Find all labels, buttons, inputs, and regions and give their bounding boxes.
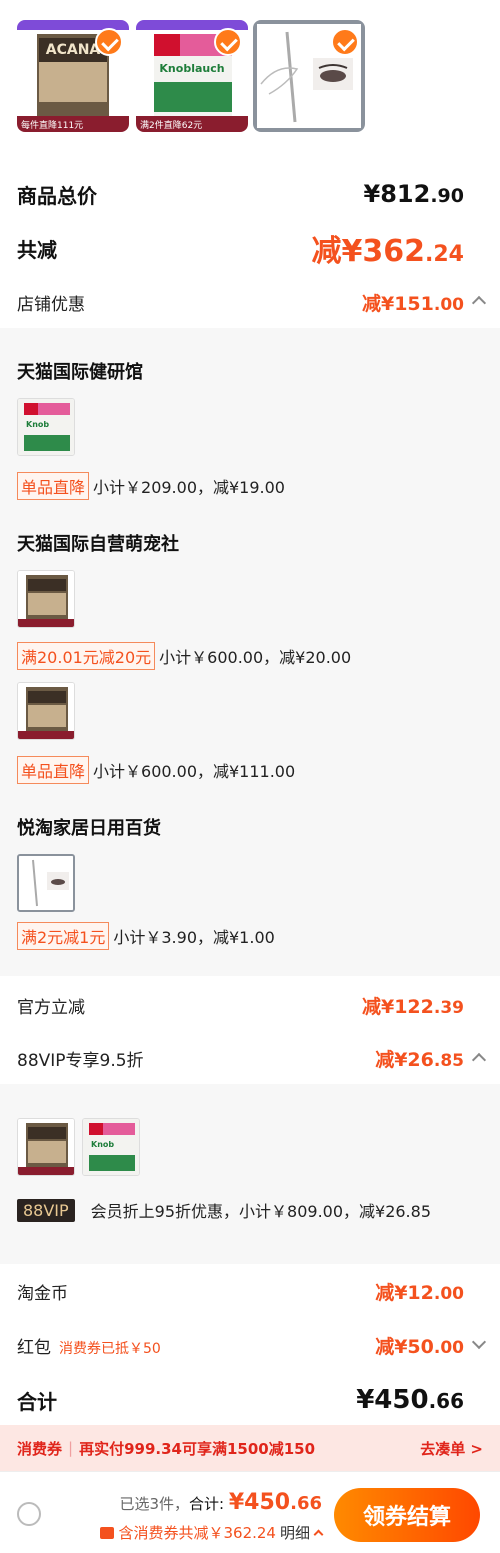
selected-check-icon[interactable] [331,28,359,56]
shop-name: 悦淘家居日用百货 [17,818,161,839]
vip-discount-details: Knob 88VIP 会员折上95折优惠，小计￥809.00，减¥26.85 [0,1084,500,1264]
acana-logo: ACANA [46,42,101,58]
shop-discount-label: 店铺优惠 [17,294,85,315]
product-thumb-acana [17,682,75,740]
selected-product-knoblauch[interactable]: Knoblauch 满2件直降62元 [136,20,248,132]
official-discount-label: 官方立减 [17,997,85,1018]
coupon-banner-text: 再实付999.34可享满1500减150 [79,1439,316,1458]
red-packet-label: 红包 消费券已抵￥50 [17,1337,161,1358]
shop-discount-row[interactable]: 店铺优惠 减¥151.00 [0,282,500,322]
add-items-link[interactable]: 去凑单 > [420,1438,483,1459]
promo-text: 小计￥600.00，减¥20.00 [159,648,352,667]
selected-product-eyebrow[interactable] [253,20,365,132]
footer-total-line: 已选3件，合计: ¥450.66 [119,1490,323,1515]
selected-check-icon[interactable] [214,28,242,56]
knoblauch-logo: Knoblauch [159,62,224,75]
promo-text: 小计￥3.90，减¥1.00 [113,928,275,947]
promo-line: 满20.01元减20元 小计￥600.00，减¥20.00 [17,642,351,670]
grand-total-row: 合计 ¥450.66 [0,1378,500,1422]
promo-tag: 满2元减1元 [17,922,110,950]
checkout-footer: 已选3件，合计: ¥450.66 含消费券共减￥362.24 明细 领券结算 [0,1471,500,1553]
total-reduce-label: 共减 [17,237,57,262]
detail-link: 明细 [279,1524,310,1542]
chevron-up-icon [313,1529,324,1540]
vip-discount-row[interactable]: 88VIP专享9.5折 减¥26.85 [0,1038,500,1078]
coins-label: 淘金币 [17,1283,68,1304]
shop-name: 天猫国际健研馆 [17,362,143,383]
coupon-icon [100,1527,115,1539]
red-packet-row[interactable]: 红包 消费券已抵￥50 减¥50.00 [0,1325,500,1365]
shop-discount-details: 天猫国际健研馆 Knob 单品直降 小计￥209.00，减¥19.00 天猫国际… [0,328,500,976]
vip-discount-label: 88VIP专享9.5折 [17,1050,144,1071]
promo-line: 单品直降 小计￥600.00，减¥111.00 [17,756,295,784]
red-packet-value: 减¥50.00 [375,1335,464,1358]
vip-promo-line: 88VIP 会员折上95折优惠，小计￥809.00，减¥26.85 [17,1198,431,1222]
selected-products-strip: ACANA 每件直降111元 Knoblauch 满2件直降62元 [0,0,500,152]
svg-text:Knob: Knob [26,420,49,429]
official-discount-row: 官方立减 减¥122.39 [0,985,500,1025]
promo-tag: 单品直降 [17,756,90,784]
product-thumb-acana [17,570,75,628]
shop-discount-value: 减¥151.00 [361,292,464,315]
coins-row: 淘金币 减¥12.00 [0,1271,500,1311]
knoblauch-badge: 满2件直降62元 [140,119,202,131]
selected-count: 已选3件， [119,1495,190,1513]
vip-discount-value: 减¥26.85 [375,1048,464,1071]
vip-badge: 88VIP [17,1198,75,1222]
promo-line: 单品直降 小计￥209.00，减¥19.00 [17,472,285,500]
promo-text: 小计￥600.00，减¥111.00 [93,762,296,781]
promo-line: 满2元减1元 小计￥3.90，减¥1.00 [17,922,275,950]
coupon-banner[interactable]: 消费券 | 再实付999.34可享满1500减150 去凑单 > [0,1425,500,1471]
select-all-radio[interactable] [17,1502,41,1526]
product-thumb-knoblauch: Knob [17,398,75,456]
shop-name: 天猫国际自营萌宠社 [17,534,179,555]
total-price-label: 商品总价 [17,183,97,208]
selected-product-acana[interactable]: ACANA 每件直降111元 [17,20,129,132]
product-thumb-knoblauch: Knob [82,1118,140,1176]
red-packet-sub: 消费券已抵￥50 [59,1340,161,1357]
official-discount-value: 减¥122.39 [361,995,464,1018]
promo-tag: 单品直降 [17,472,90,500]
product-thumb-acana [17,1118,75,1176]
order-summary-page: ACANA 每件直降111元 Knoblauch 满2件直降62元 商品总价 ¥… [0,0,500,1553]
acana-badge: 每件直降111元 [21,119,83,131]
promo-tag: 满20.01元减20元 [17,642,156,670]
total-reduce-row: 共减 减¥362.24 [0,226,500,270]
coins-value: 减¥12.00 [375,1281,464,1304]
coupon-banner-title: 消费券 [17,1439,63,1458]
footer-total-int: ¥450 [228,1490,291,1515]
svg-text:Knob: Knob [91,1140,114,1149]
grand-total-label: 合计 [17,1389,57,1414]
checkout-button[interactable]: 领券结算 [334,1488,480,1542]
vip-promo-text: 会员折上95折优惠，小计￥809.00，减¥26.85 [90,1202,432,1221]
grand-total-value: ¥450.66 [356,1385,464,1415]
footer-coupon-line[interactable]: 含消费券共减￥362.24 明细 [100,1522,324,1543]
total-reduce-value: 减¥362.24 [311,234,464,269]
promo-text: 小计￥209.00，减¥19.00 [93,478,285,497]
selected-check-icon[interactable] [95,28,123,56]
product-thumb-eyebrow [17,854,75,912]
total-price-row: 商品总价 ¥812.90 [0,172,500,216]
total-price-value: ¥812.90 [363,180,464,208]
